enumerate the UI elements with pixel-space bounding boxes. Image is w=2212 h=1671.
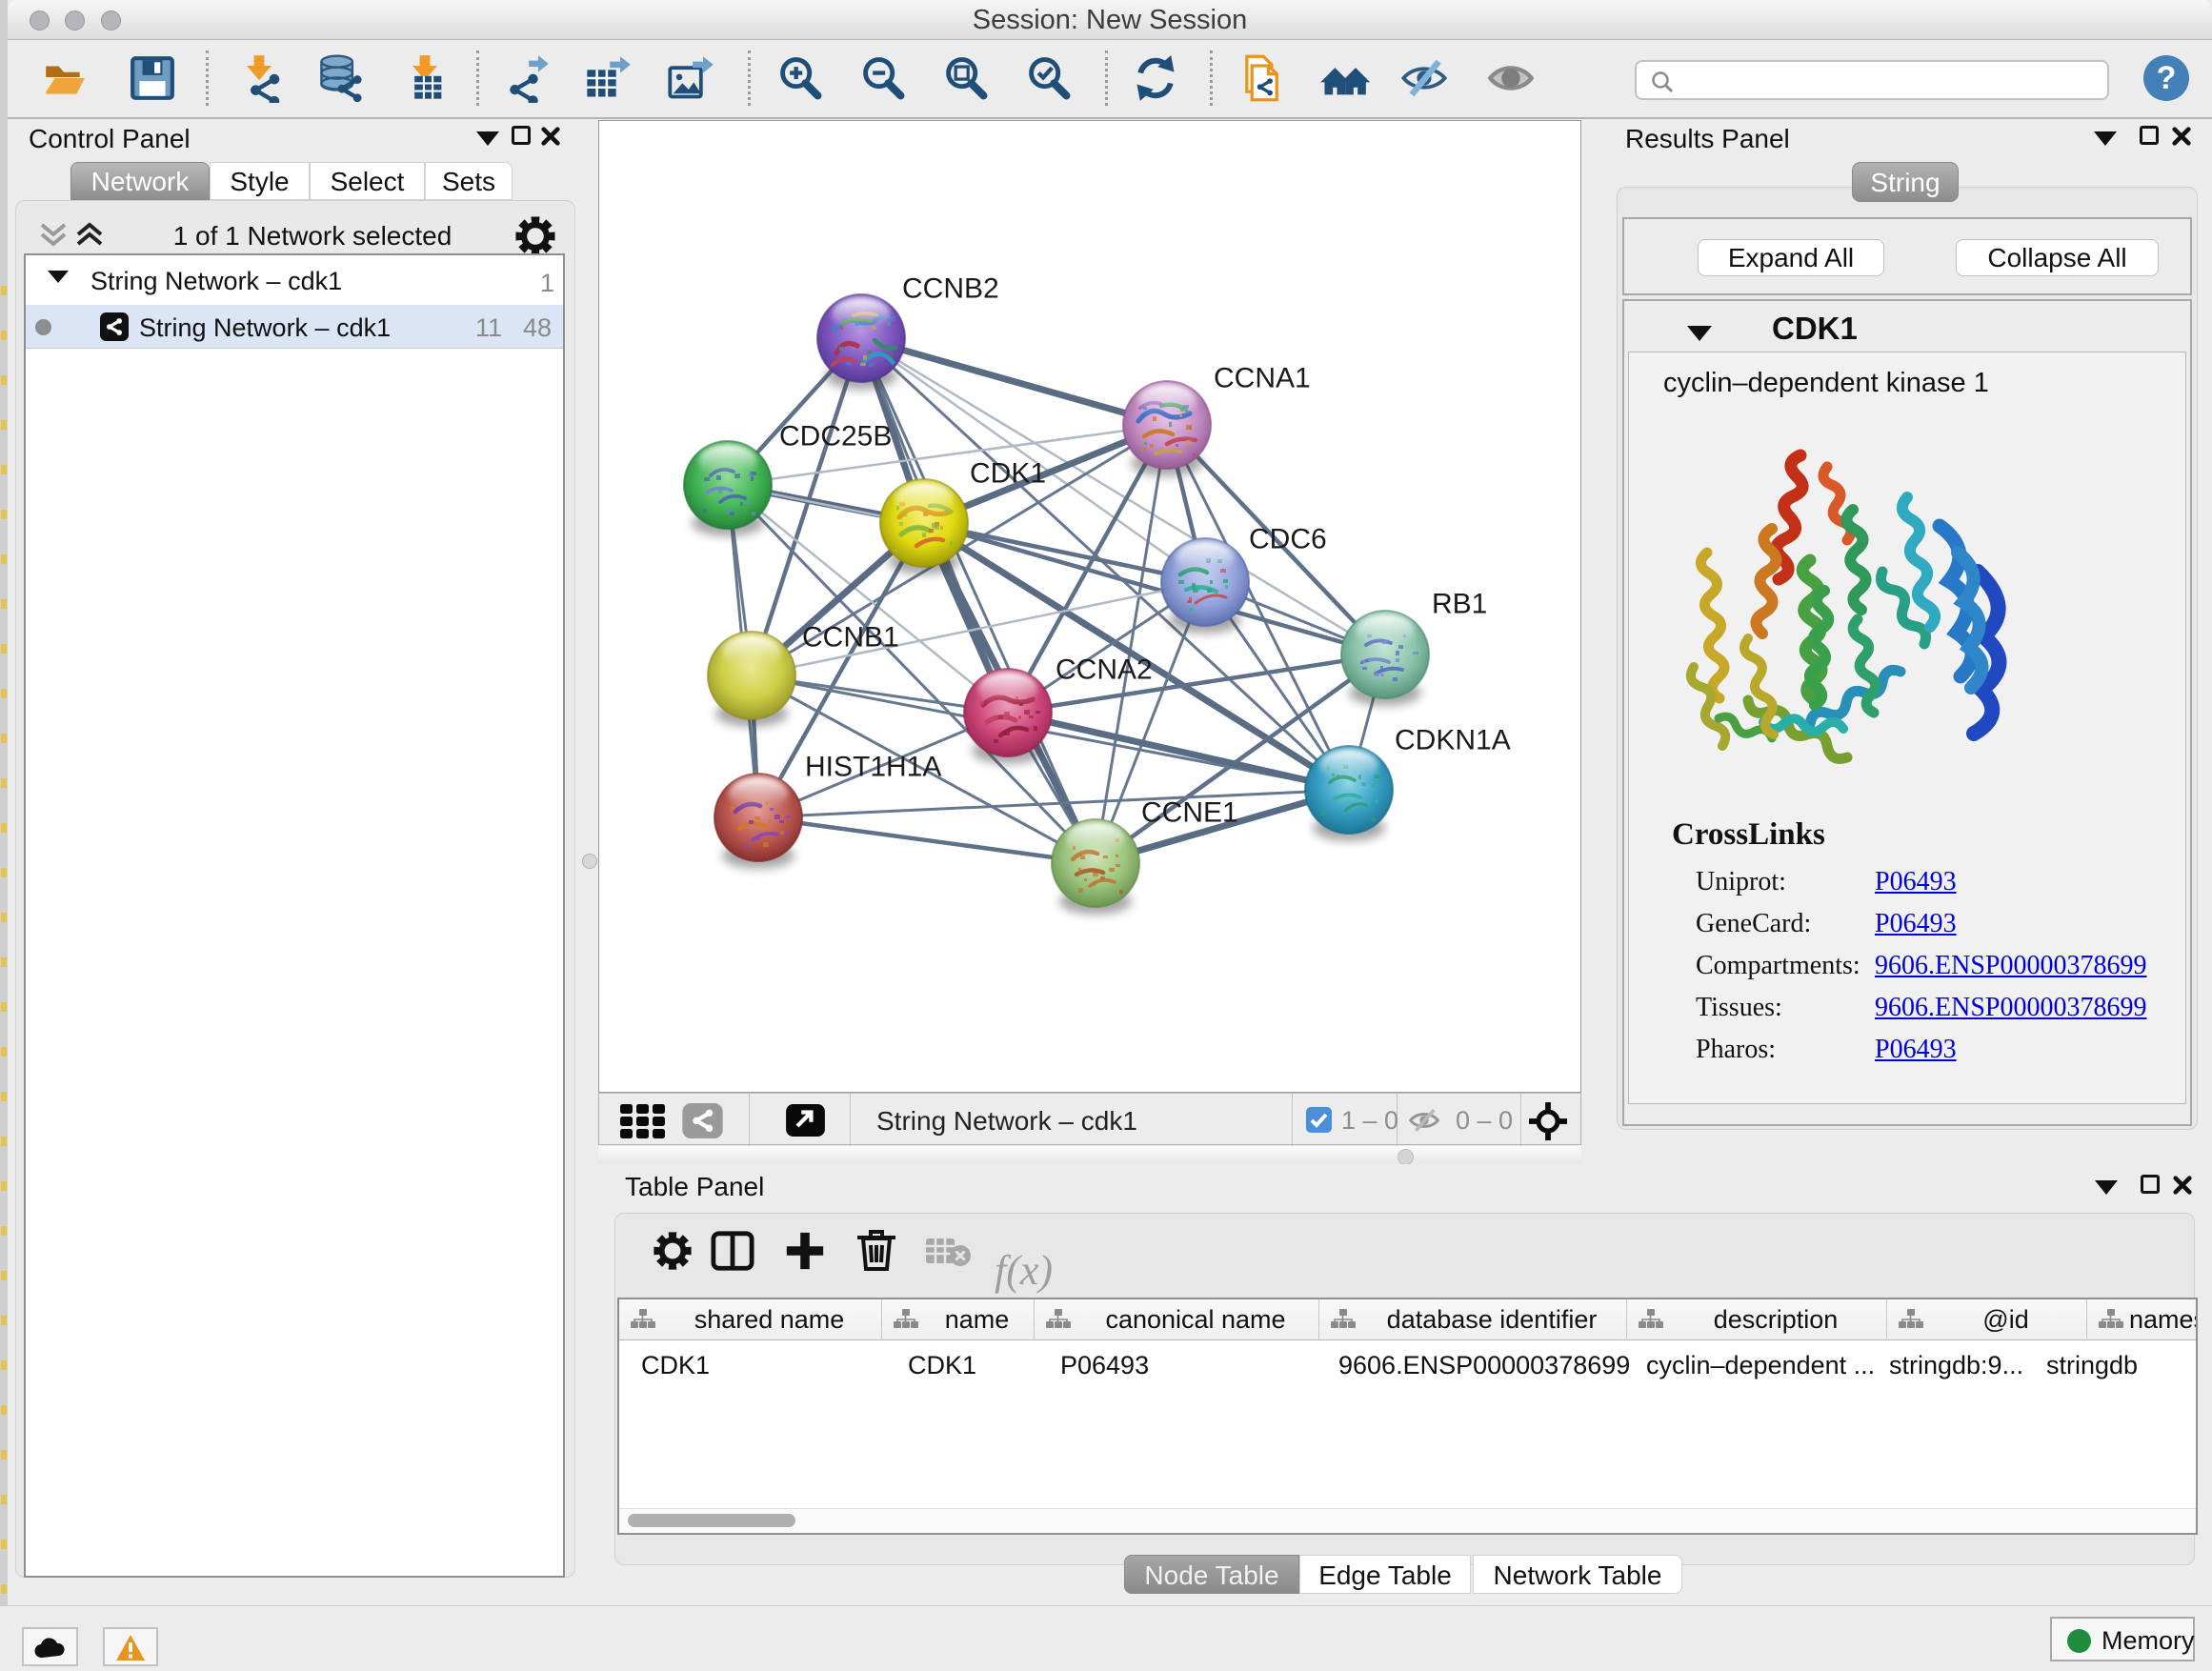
- svg-text:CDK1: CDK1: [970, 458, 1046, 490]
- svg-text:RB1: RB1: [1432, 589, 1487, 620]
- svg-text:CCNB1: CCNB1: [802, 622, 899, 654]
- svg-text:CCNB2: CCNB2: [902, 273, 999, 305]
- svg-text:CDC6: CDC6: [1249, 524, 1327, 555]
- svg-text:CCNA1: CCNA1: [1214, 363, 1311, 394]
- svg-text:CCNE1: CCNE1: [1141, 797, 1238, 829]
- svg-text:CDC25B: CDC25B: [779, 421, 892, 453]
- svg-text:CDKN1A: CDKN1A: [1395, 725, 1511, 756]
- svg-text:CCNA2: CCNA2: [1056, 654, 1153, 686]
- svg-text:HIST1H1A: HIST1H1A: [805, 752, 941, 783]
